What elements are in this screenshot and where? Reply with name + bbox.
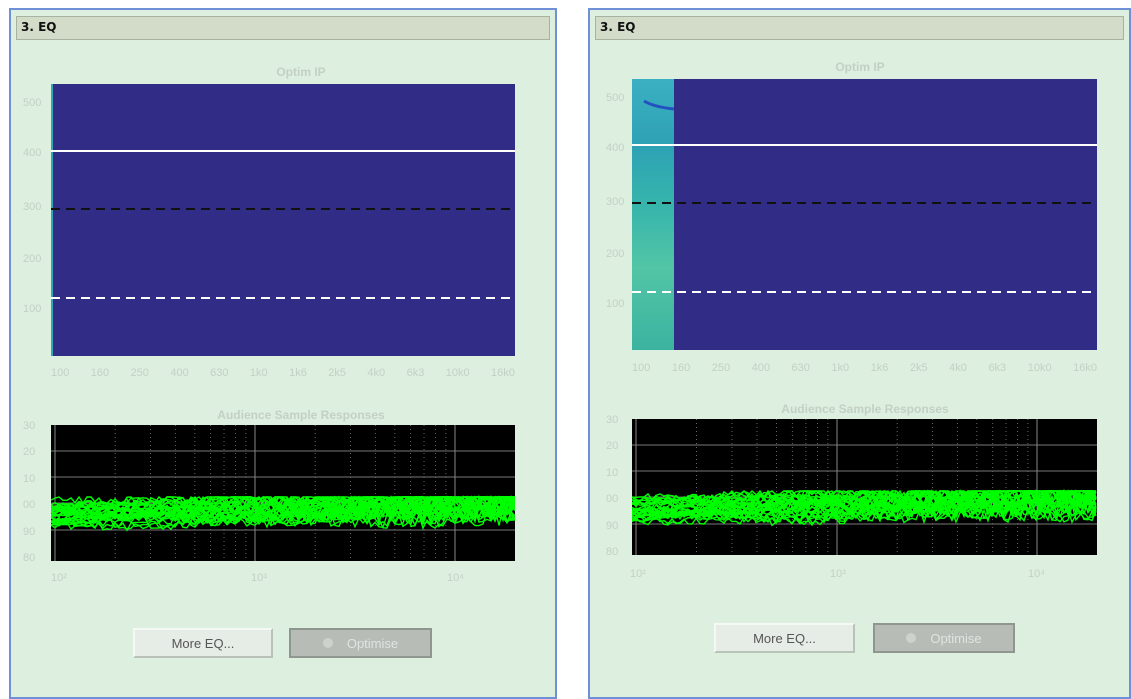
optim-x-tick: 4k0 xyxy=(367,367,386,379)
optim-y-tick: 100 xyxy=(23,303,42,315)
optim-x-tick: 4k0 xyxy=(949,362,967,374)
panel-title: 3. EQ xyxy=(16,16,550,40)
optim-y-tick: 300 xyxy=(23,201,42,213)
eq-panel-left: 3. EQ Optim IP 500 400 300 200 100 100 1… xyxy=(9,8,557,699)
audience-response-plot xyxy=(632,419,1097,555)
optimise-icon xyxy=(906,633,917,643)
optim-x-tick: 160 xyxy=(671,362,691,374)
aud-x-tick: 10³ xyxy=(251,572,267,584)
optimise-label: Optimise xyxy=(346,635,399,651)
optim-y-tick: 400 xyxy=(23,147,42,159)
aud-y-tick: 10 xyxy=(606,467,619,479)
optim-y-tick: 200 xyxy=(23,253,42,265)
optim-y-tick: 100 xyxy=(606,298,625,310)
heat-band xyxy=(632,79,674,350)
optim-x-axis: 100 160 250 400 630 1k0 1k6 2k5 4k0 6k3 … xyxy=(632,362,1097,374)
optim-x-tick: 100 xyxy=(51,367,70,379)
more-eq-button[interactable]: More EQ... xyxy=(133,628,273,658)
optim-plot-title: Optim IP xyxy=(835,60,885,74)
aud-x-tick: 10⁴ xyxy=(1028,568,1045,580)
optim-x-tick: 100 xyxy=(632,362,651,374)
plot-background xyxy=(632,79,1097,350)
aud-x-tick: 10² xyxy=(630,568,646,580)
optim-x-tick: 250 xyxy=(130,367,149,379)
heat-band xyxy=(51,84,53,356)
aud-x-tick: 10⁴ xyxy=(447,572,464,584)
optim-x-tick: 2k5 xyxy=(328,367,346,379)
aud-y-tick: 10 xyxy=(23,473,36,485)
optimise-icon xyxy=(322,638,333,648)
optim-y-tick: 500 xyxy=(23,97,42,109)
audience-plot-title: Audience Sample Responses xyxy=(217,408,385,422)
optim-x-tick: 1k6 xyxy=(289,367,307,379)
optim-ip-plot xyxy=(51,84,515,356)
optim-x-tick: 630 xyxy=(210,367,229,379)
optim-x-tick: 6k3 xyxy=(988,362,1007,374)
plot-background xyxy=(51,84,515,356)
aud-x-tick: 10² xyxy=(51,572,67,584)
optim-x-tick: 400 xyxy=(751,362,770,374)
aud-y-tick: 00 xyxy=(23,499,36,511)
optimise-button[interactable]: Optimise xyxy=(873,623,1015,653)
optim-x-axis: 100 160 250 400 630 1k0 1k6 2k5 4k0 6k3 … xyxy=(51,367,515,379)
aud-y-tick: 30 xyxy=(606,414,619,426)
optim-plot-title: Optim IP xyxy=(276,65,326,79)
aud-y-tick: 80 xyxy=(606,546,619,558)
aud-y-tick: 90 xyxy=(606,520,619,532)
aud-x-tick: 10³ xyxy=(830,568,846,580)
aud-y-tick: 90 xyxy=(23,526,36,538)
optim-x-tick: 1k0 xyxy=(249,367,268,379)
optim-x-tick: 400 xyxy=(170,367,189,379)
audience-response-plot xyxy=(51,425,515,561)
optim-y-tick: 500 xyxy=(606,92,625,104)
aud-y-tick: 00 xyxy=(606,493,619,505)
optim-x-tick: 1k0 xyxy=(831,362,850,374)
aud-y-tick: 30 xyxy=(23,420,36,432)
aud-y-tick: 20 xyxy=(23,446,36,458)
optim-y-tick: 400 xyxy=(606,142,625,154)
optim-x-tick: 16k0 xyxy=(491,367,515,379)
optimise-label: Optimise xyxy=(930,630,982,646)
optim-x-tick: 250 xyxy=(711,362,731,374)
optimise-button[interactable]: Optimise xyxy=(289,628,432,658)
aud-y-tick: 20 xyxy=(606,440,619,452)
optim-x-tick: 2k5 xyxy=(909,362,928,374)
optim-x-tick: 10k0 xyxy=(445,367,470,379)
eq-panel-right: 3. EQ Optim IP 500 400 300 200 100 100 1… xyxy=(588,8,1131,699)
optim-x-tick: 630 xyxy=(791,362,810,374)
plot-background xyxy=(632,419,1097,555)
optim-y-tick: 300 xyxy=(606,196,625,208)
audience-plot-title: Audience Sample Responses xyxy=(781,402,949,416)
optim-x-tick: 160 xyxy=(90,367,110,379)
optim-y-tick: 200 xyxy=(606,248,625,260)
optim-x-tick: 10k0 xyxy=(1027,362,1052,374)
optim-x-tick: 16k0 xyxy=(1073,362,1097,374)
optim-x-tick: 6k3 xyxy=(406,367,425,379)
panel-title: 3. EQ xyxy=(595,16,1124,40)
optim-x-tick: 1k6 xyxy=(870,362,889,374)
aud-y-tick: 80 xyxy=(23,552,36,564)
more-eq-button[interactable]: More EQ... xyxy=(714,623,855,653)
optim-ip-plot xyxy=(632,79,1097,350)
